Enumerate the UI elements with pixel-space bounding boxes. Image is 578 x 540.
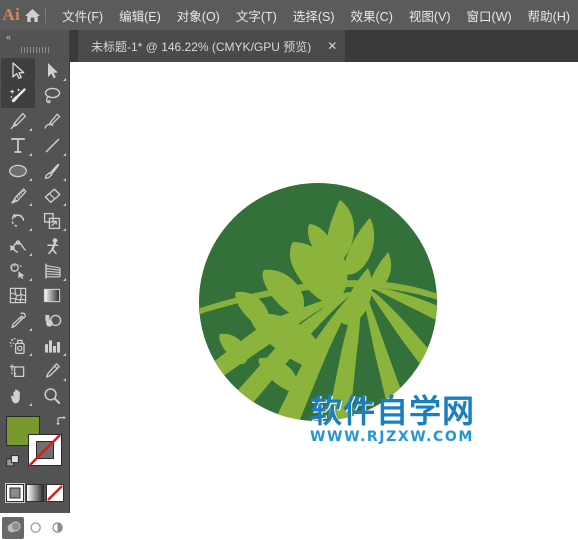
- menu-bar: Ai 文件(F) 编辑(E) 对象(O) 文字(T) 选择(S) 效果(C) 视…: [0, 0, 578, 30]
- menu-effect[interactable]: 效果(C): [343, 0, 401, 30]
- magic-wand-tool[interactable]: [1, 83, 35, 108]
- no-stroke-indicator: [28, 434, 62, 466]
- menu-type[interactable]: 文字(T): [228, 0, 285, 30]
- panel-drag-handle[interactable]: [0, 44, 69, 56]
- draw-inside-button[interactable]: [46, 517, 68, 539]
- perspective-grid-tool[interactable]: [35, 258, 69, 283]
- close-icon[interactable]: ✕: [325, 39, 339, 53]
- paintbrush-tool[interactable]: [35, 158, 69, 183]
- menu-window[interactable]: 窗口(W): [459, 0, 520, 30]
- color-mode-button[interactable]: [5, 483, 25, 503]
- blob-brush-tool[interactable]: [1, 183, 35, 208]
- stroke-swatch[interactable]: [28, 434, 62, 466]
- lasso-tool[interactable]: [35, 83, 69, 108]
- line-segment-tool[interactable]: [35, 133, 69, 158]
- default-fill-stroke-icon[interactable]: [6, 455, 20, 474]
- selection-tool[interactable]: [1, 58, 35, 83]
- menu-object[interactable]: 对象(O): [169, 0, 228, 30]
- symbol-sprayer-tool[interactable]: [1, 333, 35, 358]
- home-icon[interactable]: [23, 0, 42, 30]
- shape-builder-tool[interactable]: [1, 258, 35, 283]
- draw-normal-button[interactable]: [2, 517, 24, 539]
- menu-select[interactable]: 选择(S): [285, 0, 343, 30]
- fill-mode-buttons: [5, 483, 64, 506]
- hand-tool[interactable]: [1, 383, 35, 408]
- watermark-url: WWW.RJZXW.COM: [310, 429, 474, 445]
- none-mode-button[interactable]: [46, 484, 64, 502]
- fill-stroke-control: [6, 416, 66, 474]
- width-tool[interactable]: [1, 233, 35, 258]
- artboard-tool[interactable]: [1, 358, 35, 383]
- type-tool[interactable]: [1, 133, 35, 158]
- eyedropper-tool[interactable]: [1, 308, 35, 333]
- collapse-panel-icon[interactable]: «: [0, 30, 69, 44]
- zoom-tool[interactable]: [35, 383, 69, 408]
- draw-behind-button[interactable]: [24, 517, 46, 539]
- menu-items: 文件(F) 编辑(E) 对象(O) 文字(T) 选择(S) 效果(C) 视图(V…: [54, 0, 578, 30]
- tool-grid: [1, 58, 69, 408]
- mesh-tool[interactable]: [1, 283, 35, 308]
- app-logo-icon: Ai: [2, 5, 21, 24]
- rotate-tool[interactable]: [1, 208, 35, 233]
- eraser-tool[interactable]: [35, 183, 69, 208]
- ellipse-tool[interactable]: [1, 158, 35, 183]
- blend-tool[interactable]: [35, 308, 69, 333]
- gradient-tool[interactable]: [35, 283, 69, 308]
- document-tab-label: 未标题-1* @ 146.22% (CMYK/GPU 预览): [91, 39, 312, 54]
- direct-selection-tool[interactable]: [35, 58, 69, 83]
- scale-tool[interactable]: [35, 208, 69, 233]
- draw-mode-buttons: [2, 516, 68, 540]
- pen-tool[interactable]: [1, 108, 35, 133]
- menu-edit[interactable]: 编辑(E): [111, 0, 169, 30]
- tools-panel: «: [0, 30, 70, 539]
- document-tab[interactable]: 未标题-1* @ 146.22% (CMYK/GPU 预览) ✕: [78, 30, 346, 62]
- document-tab-bar: 未标题-1* @ 146.22% (CMYK/GPU 预览) ✕: [70, 30, 578, 62]
- illustrator-window: Ai 文件(F) 编辑(E) 对象(O) 文字(T) 选择(S) 效果(C) 视…: [0, 0, 578, 539]
- farm-field-logo[interactable]: [198, 182, 438, 422]
- curvature-tool[interactable]: [35, 108, 69, 133]
- free-transform-tool[interactable]: [35, 233, 69, 258]
- slice-tool[interactable]: [35, 358, 69, 383]
- swap-fill-stroke-icon[interactable]: [56, 414, 68, 432]
- menu-help[interactable]: 帮助(H): [520, 0, 578, 30]
- menu-divider: [45, 7, 47, 23]
- gradient-mode-button[interactable]: [26, 484, 44, 502]
- menu-view[interactable]: 视图(V): [401, 0, 459, 30]
- column-graph-tool[interactable]: [35, 333, 69, 358]
- menu-file[interactable]: 文件(F): [54, 0, 111, 30]
- document-canvas[interactable]: 软件自学网 WWW.RJZXW.COM: [70, 62, 578, 513]
